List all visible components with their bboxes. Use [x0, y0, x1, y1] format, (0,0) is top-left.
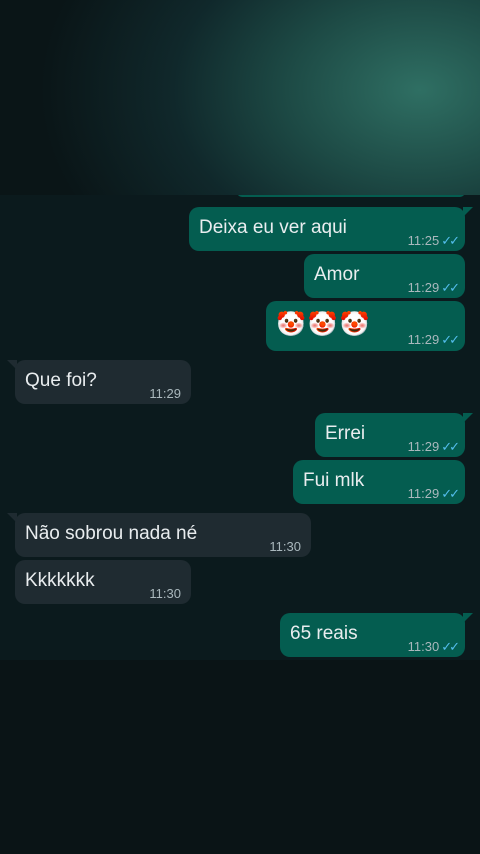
bubble-tail — [463, 207, 473, 217]
read-ticks-icon: ✓✓ — [441, 233, 460, 248]
message-text: Errei — [325, 423, 366, 444]
message-time: 11:29 — [149, 386, 181, 401]
clown-emoji-text: 🤡🤡🤡 — [276, 310, 372, 338]
message-meta: 11:29 ✓✓ — [407, 328, 460, 352]
message-bubble-incoming[interactable]: Que foi? 11:29 — [15, 360, 191, 404]
message-bubble-outgoing[interactable]: Deixa eu ver aqui 11:25 ✓✓ — [189, 207, 465, 251]
blurred-background-top — [0, 0, 480, 195]
read-ticks-icon: ✓✓ — [441, 486, 460, 501]
message-bubble-incoming[interactable]: Não sobrou nada né 11:30 — [15, 513, 311, 557]
message-meta: 11:30 ✓✓ — [407, 635, 460, 659]
chat-message-list[interactable]: Deixa eu ver aqui 11:25 ✓✓ Amor 11:29 ✓✓ 🤡… — [0, 195, 480, 660]
bubble-tail — [463, 613, 473, 623]
message-text: Amor — [314, 264, 360, 285]
message-text: 65 reais — [290, 623, 358, 644]
message-time: 11:30 — [407, 639, 440, 654]
message-meta: 11:29 ✓✓ — [407, 435, 460, 459]
message-meta: 11:29 ✓✓ — [407, 276, 460, 300]
previous-message-partial — [237, 195, 465, 197]
message-time: 11:29 — [407, 486, 440, 501]
blurred-background-bottom — [0, 660, 480, 854]
read-ticks-icon: ✓✓ — [441, 332, 460, 347]
message-text: Kkkkkkk — [25, 570, 95, 591]
message-text: Que foi? — [25, 370, 97, 391]
message-time: 11:30 — [269, 539, 301, 554]
message-text: Não sobrou nada né — [25, 523, 198, 544]
bubble-tail — [463, 413, 473, 423]
message-time: 11:29 — [407, 439, 440, 454]
message-time: 11:29 — [407, 332, 440, 347]
message-time: 11:25 — [407, 233, 440, 248]
message-bubble-outgoing[interactable]: 🤡🤡🤡 11:29 ✓✓ — [266, 301, 465, 351]
read-ticks-icon: ✓✓ — [441, 639, 460, 654]
message-time: 11:30 — [149, 586, 181, 601]
read-ticks-icon: ✓✓ — [441, 280, 460, 295]
message-meta: 11:25 ✓✓ — [407, 229, 460, 253]
message-time: 11:29 — [407, 280, 440, 295]
message-text: Fui mlk — [303, 470, 365, 491]
message-bubble-incoming[interactable]: Kkkkkkk 11:30 — [15, 560, 191, 604]
message-meta: 11:29 ✓✓ — [407, 482, 460, 506]
message-bubble-outgoing[interactable]: Errei 11:29 ✓✓ — [315, 413, 465, 457]
message-bubble-outgoing[interactable]: Amor 11:29 ✓✓ — [304, 254, 465, 298]
message-bubble-outgoing[interactable]: Fui mlk 11:29 ✓✓ — [293, 460, 465, 504]
message-bubble-outgoing[interactable]: 65 reais 11:30 ✓✓ — [280, 613, 465, 657]
message-text: Deixa eu ver aqui — [199, 217, 347, 238]
read-ticks-icon: ✓✓ — [441, 439, 460, 454]
